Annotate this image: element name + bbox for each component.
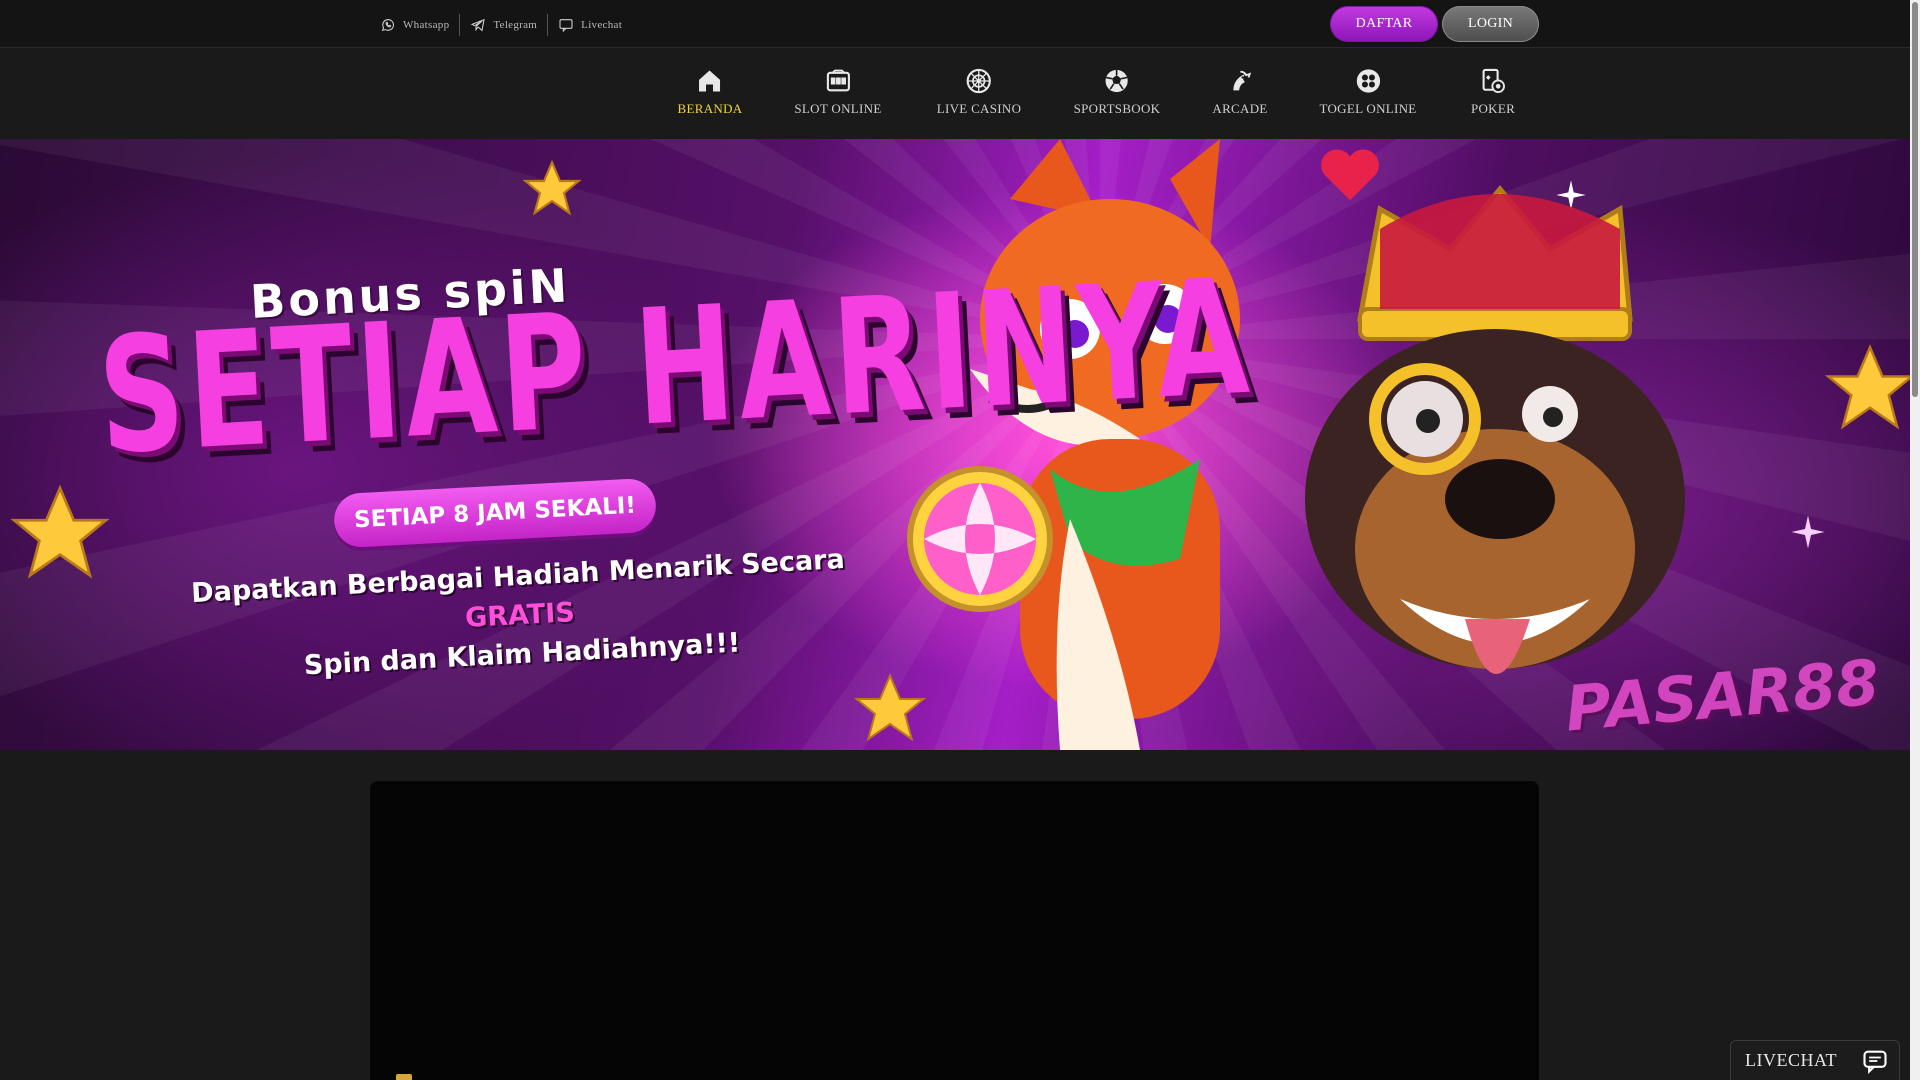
nav-item-arcade[interactable]: ARCADE: [1212, 67, 1267, 121]
star-icon: [1824, 344, 1910, 430]
star-icon: [10, 484, 110, 579]
page-scrollbar[interactable]: [1910, 0, 1920, 1080]
nav-label-slot-online: SLOT ONLINE: [794, 101, 882, 116]
nav-label-togel-online: TOGEL ONLINE: [1319, 101, 1417, 116]
lottery-balls-icon: [1356, 69, 1380, 93]
top-bar: Whatsapp Telegram Livechat DAFTAR LOGIN: [0, 0, 1910, 48]
nav-item-poker[interactable]: POKER: [1471, 67, 1515, 121]
star-icon: [522, 159, 582, 216]
auth-buttons: DAFTAR LOGIN: [1330, 6, 1539, 42]
livechat-link-label: Livechat: [581, 19, 623, 31]
telegram-label: Telegram: [493, 19, 538, 31]
banner-desc-highlight: GRATIS: [464, 597, 576, 634]
nav-item-live-casino[interactable]: LIVE CASINO: [937, 67, 1022, 121]
slot-machine-icon: [826, 69, 850, 92]
fish-icon: [1233, 70, 1251, 91]
livechat-widget-label: LIVECHAT: [1745, 1050, 1837, 1070]
trophy-icon: [396, 1074, 412, 1080]
login-button[interactable]: LOGIN: [1442, 6, 1539, 42]
sparkle-icon: [1791, 515, 1825, 549]
daftar-button[interactable]: DAFTAR: [1330, 6, 1438, 42]
nav-item-slot-online[interactable]: SLOT ONLINE: [794, 67, 881, 121]
nav-label-poker: POKER: [1470, 101, 1516, 116]
whatsapp-icon: [381, 19, 394, 32]
nav-item-beranda[interactable]: BERANDA: [678, 67, 743, 121]
nav-label-live-casino: LIVE CASINO: [936, 101, 1022, 116]
poker-cards-icon: [1482, 68, 1506, 94]
whatsapp-label: Whatsapp: [403, 19, 450, 31]
nav-item-togel-online[interactable]: TOGEL ONLINE: [1319, 67, 1416, 121]
nav-item-sportsbook[interactable]: SPORTSBOOK: [1074, 67, 1161, 121]
telegram-icon: [471, 18, 486, 32]
livechat-link[interactable]: Livechat: [547, 14, 632, 36]
promo-banner[interactable]: Bonus spiN SETIAP HARINYA SETIAP 8 JAM S…: [0, 139, 1910, 750]
soccer-ball-icon: [1105, 69, 1129, 93]
panel-heading-peek: [396, 1074, 412, 1080]
contact-links: Whatsapp Telegram Livechat: [380, 14, 632, 36]
nav-label-beranda: BERANDA: [677, 101, 743, 116]
telegram-link[interactable]: Telegram: [459, 14, 547, 36]
scrollbar-thumb[interactable]: [1912, 2, 1918, 397]
chat-bubble-icon: [1863, 1050, 1887, 1074]
chat-bubble-icon: [559, 19, 573, 33]
main-nav: BERANDA SLOT ONLINE LIVE CASINO SPORTSBO…: [0, 49, 1910, 139]
nav-label-arcade: ARCADE: [1212, 101, 1268, 116]
home-icon: [699, 70, 721, 92]
nav-label-sportsbook: SPORTSBOOK: [1073, 101, 1161, 116]
whatsapp-link[interactable]: Whatsapp: [380, 14, 459, 36]
roulette-icon: [966, 68, 992, 94]
livechat-widget[interactable]: LIVECHAT: [1730, 1040, 1900, 1080]
content-panel: [370, 781, 1539, 1080]
dog-mascot: [1305, 185, 1685, 674]
